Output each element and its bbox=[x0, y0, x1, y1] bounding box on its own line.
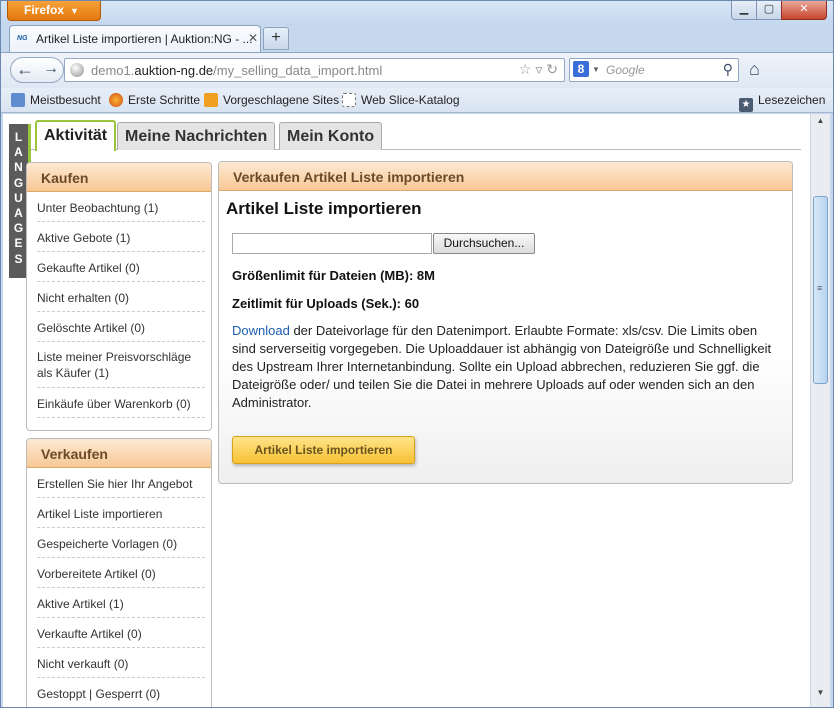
sidebar-kaufen: Kaufen Unter Beobachtung (1) Aktive Gebo… bbox=[26, 162, 212, 431]
import-description: Download der Dateivorlage für den Dateni… bbox=[232, 322, 782, 412]
sidebar-item-preisvorschlaege[interactable]: Liste meiner Preisvorschläge als Käufer … bbox=[37, 342, 205, 388]
search-input[interactable]: Google bbox=[606, 63, 645, 77]
bookmarks-folder-icon bbox=[11, 93, 25, 107]
tab-mein-konto[interactable]: Mein Konto bbox=[279, 122, 383, 150]
bookmark-erste-schritte[interactable]: Erste Schritte bbox=[109, 93, 200, 107]
sidebar-item-nicht-erhalten[interactable]: Nicht erhalten (0) bbox=[37, 282, 205, 312]
star-icon: ★ bbox=[739, 98, 753, 112]
navigation-toolbar: ← → demo1.auktion-ng.de/my_selling_data_… bbox=[1, 52, 833, 88]
chevron-down-icon: ▼ bbox=[70, 6, 79, 16]
firefox-menu-label: Firefox bbox=[24, 3, 65, 17]
page-title: Artikel Liste importieren bbox=[226, 199, 422, 218]
download-link[interactable]: Download bbox=[232, 323, 290, 338]
tab-title: Artikel Liste importieren | Auktion:NG -… bbox=[36, 32, 253, 46]
reload-icon[interactable]: ↻ bbox=[546, 61, 558, 77]
chevron-down-icon[interactable]: ▼ bbox=[592, 65, 600, 74]
sidebar-kaufen-title: Kaufen bbox=[27, 163, 211, 192]
back-arrow-icon[interactable]: ← bbox=[16, 59, 34, 80]
bookmark-meistbesucht[interactable]: Meistbesucht bbox=[11, 93, 101, 107]
description-text: der Dateivorlage für den Datenimport. Er… bbox=[232, 323, 772, 410]
firefox-menu-button[interactable]: Firefox ▼ bbox=[7, 1, 101, 21]
sidebar-item-aktive-gebote[interactable]: Aktive Gebote (1) bbox=[37, 222, 205, 252]
web-slice-icon bbox=[342, 93, 356, 107]
grip-icon: ≡ bbox=[817, 283, 823, 293]
tab-meine-nachrichten[interactable]: Meine Nachrichten bbox=[117, 122, 276, 150]
title-bar: Firefox ▼ ▁ ▢ ✕ bbox=[1, 1, 833, 25]
sidebar-item-vorlagen[interactable]: Gespeicherte Vorlagen (0) bbox=[37, 528, 205, 558]
scroll-down-icon[interactable]: ▼ bbox=[813, 688, 828, 702]
url-bar[interactable]: demo1.auktion-ng.de/my_selling_data_impo… bbox=[64, 58, 565, 82]
browser-tab-active[interactable]: NG Artikel Liste importieren | Auktion:N… bbox=[9, 25, 261, 52]
globe-icon bbox=[70, 63, 84, 77]
sidebar-item-nicht-verkauft[interactable]: Nicht verkauft (0) bbox=[37, 648, 205, 678]
sidebar-item-warenkorb[interactable]: Einkäufe über Warenkorb (0) bbox=[37, 388, 205, 418]
firefox-icon bbox=[109, 93, 123, 107]
bookmarks-toolbar: Meistbesucht Erste Schritte Vorgeschlage… bbox=[1, 88, 833, 113]
import-panel: Verkaufen Artikel Liste importieren Arti… bbox=[218, 161, 793, 484]
search-bar[interactable]: 8 ▼ Google ⚲ bbox=[569, 58, 739, 82]
back-forward-group: ← → bbox=[10, 57, 64, 83]
sidebar-item-beobachtung[interactable]: Unter Beobachtung (1) bbox=[37, 192, 205, 222]
sidebar-item-geloeschte-artikel[interactable]: Gelöschte Artikel (0) bbox=[37, 312, 205, 342]
suggested-sites-icon bbox=[204, 93, 218, 107]
browse-button[interactable]: Durchsuchen... bbox=[433, 233, 535, 254]
size-limit-text: Größenlimit für Dateien (MB): 8M bbox=[232, 268, 435, 283]
new-tab-button[interactable]: + bbox=[263, 27, 289, 50]
site-favicon-icon: NG bbox=[17, 35, 28, 42]
sidebar-verkaufen-title: Verkaufen bbox=[27, 439, 211, 468]
bookmark-web-slice[interactable]: Web Slice-Katalog bbox=[342, 93, 460, 107]
browser-window: Firefox ▼ ▁ ▢ ✕ NG Artikel Liste importie… bbox=[0, 0, 834, 708]
tab-aktivitaet[interactable]: Aktivität bbox=[35, 120, 117, 151]
sidebar-verkaufen: Verkaufen Erstellen Sie hier Ihr Angebot… bbox=[26, 438, 212, 707]
sidebar-item-liste-importieren[interactable]: Artikel Liste importieren bbox=[37, 498, 205, 528]
dropdown-arrow-icon[interactable]: ▿ bbox=[535, 61, 542, 77]
url-text[interactable]: demo1.auktion-ng.de/my_selling_data_impo… bbox=[91, 63, 382, 78]
close-tab-icon[interactable]: ✕ bbox=[248, 31, 258, 45]
sidebar-item-aktive-artikel[interactable]: Aktive Artikel (1) bbox=[37, 588, 205, 618]
minimize-button[interactable]: ▁ bbox=[731, 1, 757, 20]
panel-title: Verkaufen Artikel Liste importieren bbox=[219, 162, 792, 191]
page-viewport: LANGUAGES Aktivität Meine Nachrichten Me… bbox=[3, 114, 810, 707]
forward-arrow-icon[interactable]: → bbox=[43, 60, 59, 78]
sidebar-item-verkaufte[interactable]: Verkaufte Artikel (0) bbox=[37, 618, 205, 648]
bookmarks-menu-button[interactable]: ★ Lesezeichen bbox=[739, 93, 825, 112]
magnifier-icon[interactable]: ⚲ bbox=[723, 61, 733, 78]
bookmark-star-icon[interactable]: ☆ bbox=[519, 61, 532, 77]
url-bar-icons: ☆ ▿ ↻ bbox=[519, 61, 558, 78]
sidebar-item-angebot-erstellen[interactable]: Erstellen Sie hier Ihr Angebot bbox=[37, 468, 205, 498]
scroll-up-icon[interactable]: ▲ bbox=[813, 116, 828, 130]
sidebar-item-gekaufte-artikel[interactable]: Gekaufte Artikel (0) bbox=[37, 252, 205, 282]
tab-strip: NG Artikel Liste importieren | Auktion:N… bbox=[1, 25, 833, 52]
sidebar-item-vorbereitete[interactable]: Vorbereitete Artikel (0) bbox=[37, 558, 205, 588]
file-path-input[interactable] bbox=[232, 233, 432, 254]
import-button[interactable]: Artikel Liste importieren bbox=[232, 436, 415, 464]
sidebar-item-gestoppt[interactable]: Gestoppt | Gesperrt (0) bbox=[37, 678, 205, 707]
maximize-button[interactable]: ▢ bbox=[756, 1, 782, 20]
bookmark-vorgeschlagene-sites[interactable]: Vorgeschlagene Sites bbox=[204, 93, 339, 107]
vertical-scrollbar[interactable]: ▲ ≡ ▼ bbox=[810, 114, 830, 707]
close-window-button[interactable]: ✕ bbox=[781, 1, 827, 20]
time-limit-text: Zeitlimit für Uploads (Sek.): 60 bbox=[232, 296, 420, 311]
home-icon[interactable]: ⌂ bbox=[749, 59, 760, 80]
search-engine-icon[interactable]: 8 bbox=[573, 61, 589, 77]
scrollbar-thumb[interactable]: ≡ bbox=[813, 196, 828, 384]
